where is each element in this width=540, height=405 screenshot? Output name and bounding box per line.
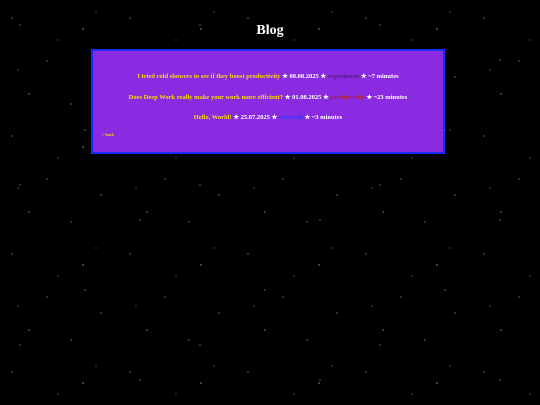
- star-separator: ★: [304, 114, 311, 121]
- post-tag: personal: [279, 114, 303, 121]
- post-title-link[interactable]: I tried cold showers to see if they boos…: [137, 73, 280, 80]
- star-separator: ★: [271, 114, 278, 121]
- star-separator: ★: [233, 114, 240, 121]
- blog-post-list: I tried cold showers to see if they boos…: [91, 49, 445, 154]
- star-separator: ★: [360, 73, 367, 80]
- star-separator: ★: [284, 94, 291, 101]
- star-separator: ★: [320, 73, 327, 80]
- post-title-link[interactable]: Hello, World!: [194, 114, 232, 121]
- post-read-time: ~7 minutes: [368, 73, 399, 80]
- post-tag: productivity: [330, 94, 365, 101]
- post-read-time: ~3 minutes: [311, 114, 343, 121]
- list-item: I tried cold showers to see if they boos…: [93, 72, 443, 80]
- post-read-time: ~23 minutes: [373, 94, 408, 101]
- star-separator: ★: [282, 73, 288, 80]
- page-title: Blog: [256, 23, 284, 38]
- post-date: 01.08.2025: [292, 94, 322, 101]
- post-title-link[interactable]: Does Deep Work really make your work mor…: [129, 94, 283, 101]
- star-separator: ★: [366, 94, 373, 101]
- list-item: Hello, World! ★ 25.07.2025 ★ personal ★ …: [93, 113, 443, 121]
- back-link[interactable]: <-back: [102, 132, 114, 137]
- post-tag: experiment: [327, 73, 360, 80]
- list-item: Does Deep Work really make your work mor…: [93, 93, 443, 101]
- star-separator: ★: [323, 94, 329, 101]
- post-date: 08.08.2025: [289, 73, 319, 80]
- post-date: 25.07.2025: [240, 114, 270, 121]
